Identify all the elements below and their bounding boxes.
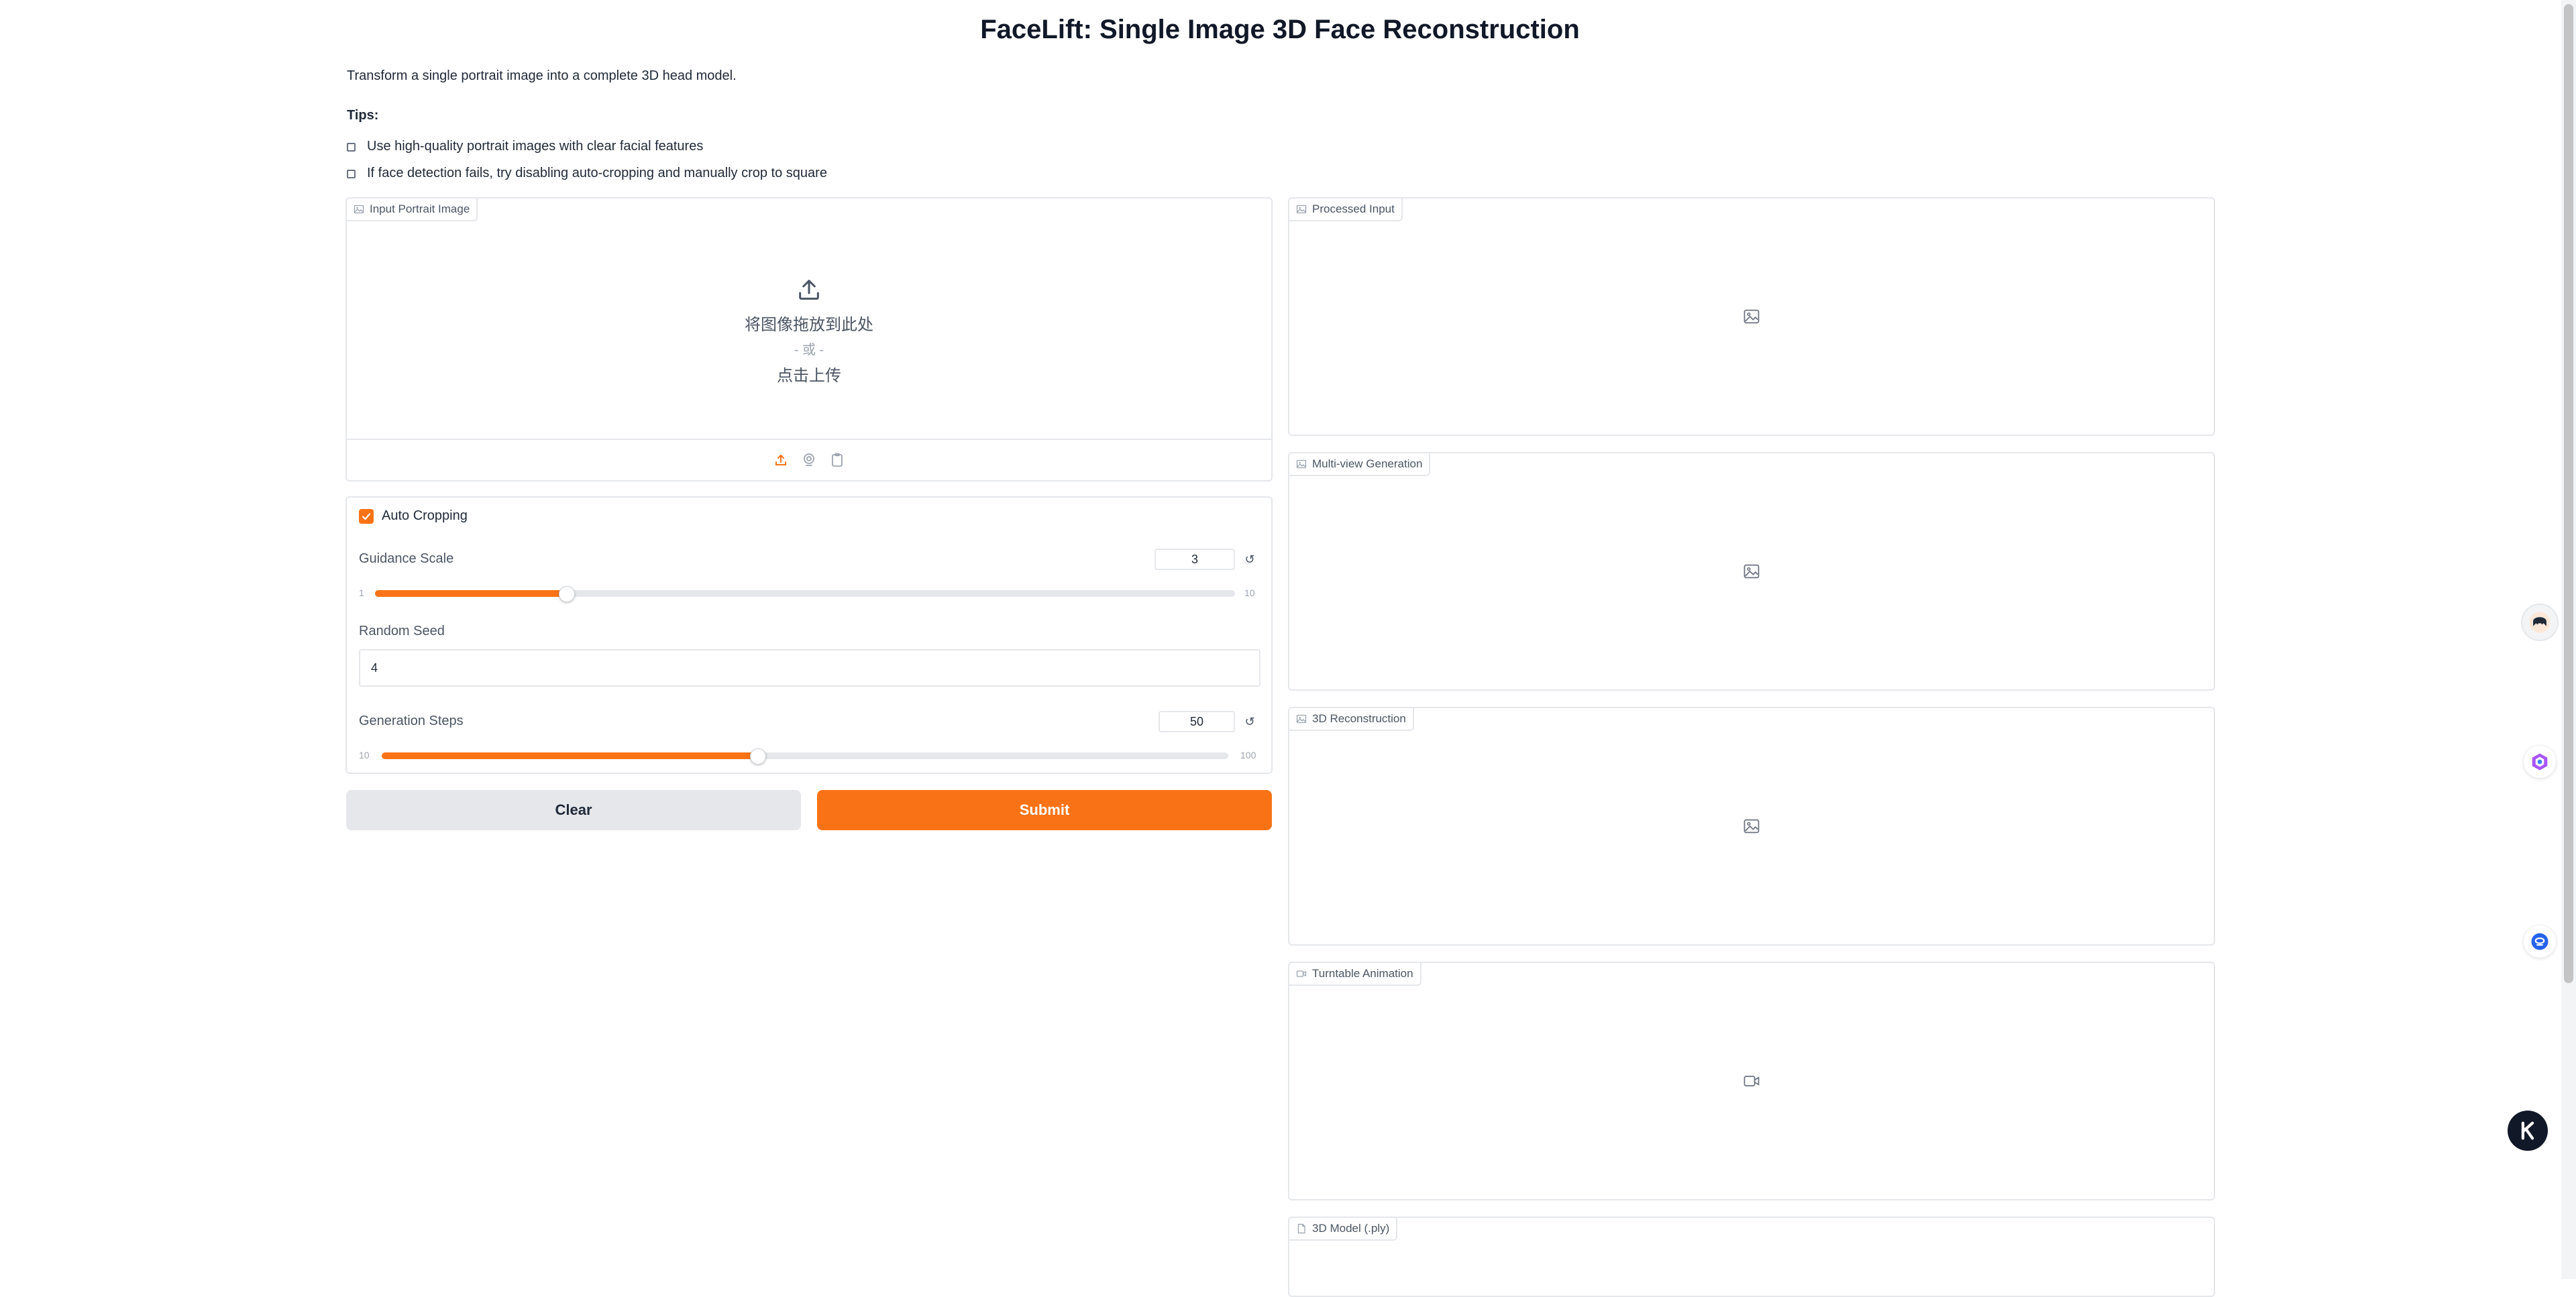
submit-button[interactable]: Submit <box>817 790 1272 830</box>
checkbox-checked[interactable] <box>359 508 374 524</box>
drop-text: 将图像拖放到此处 <box>745 315 873 334</box>
generation-steps-label: Generation Steps <box>359 714 464 728</box>
reset-icon[interactable]: ↺ <box>1242 551 1258 567</box>
slider-min: 1 <box>359 587 364 598</box>
extension-button[interactable] <box>2524 746 2556 778</box>
output-label: Turntable Animation <box>1289 963 1421 986</box>
page-title: FaceLift: Single Image 3D Face Reconstru… <box>980 15 1580 44</box>
output-label: Multi-view Generation <box>1289 453 1431 476</box>
translate-button[interactable] <box>2524 925 2556 958</box>
guidance-scale-input[interactable]: 3 <box>1155 549 1235 570</box>
output-panel-turntable: Turntable Animation <box>1288 962 2215 1200</box>
assistant-avatar-button[interactable] <box>2521 604 2559 641</box>
clear-button[interactable]: Clear <box>346 790 801 830</box>
guidance-scale-slider[interactable] <box>375 586 1235 602</box>
random-seed-input[interactable]: 4 <box>359 649 1260 687</box>
auto-cropping-checkbox[interactable]: Auto Cropping <box>359 508 468 524</box>
reset-icon[interactable]: ↺ <box>1242 714 1258 730</box>
output-label-text: Multi-view Generation <box>1312 457 1423 470</box>
page-description: Transform a single portrait image into a… <box>347 68 737 83</box>
output-label-text: Turntable Animation <box>1312 967 1413 980</box>
output-panel-3d-model: 3D Model (.ply) <box>1288 1217 2215 1297</box>
upload-dropzone[interactable]: 将图像拖放到此处 - 或 - 点击上传 <box>347 199 1271 440</box>
output-label: 3D Reconstruction <box>1289 708 1414 731</box>
image-icon <box>1296 714 1307 724</box>
generation-steps-slider[interactable] <box>382 748 1228 765</box>
k-widget-button[interactable] <box>2508 1111 2548 1151</box>
image-icon <box>1296 205 1307 214</box>
scrollbar-thumb[interactable] <box>2564 4 2573 983</box>
source-selector <box>347 439 1271 480</box>
output-label-text: Processed Input <box>1312 203 1395 215</box>
generation-steps-input[interactable]: 50 <box>1159 711 1235 732</box>
file-icon <box>1297 1223 1305 1234</box>
upload-icon <box>799 279 819 300</box>
tips-list: Use high-quality portrait images with cl… <box>347 133 827 186</box>
slider-thumb[interactable] <box>750 748 767 765</box>
tips-heading: Tips: <box>347 108 379 123</box>
k-logo-icon <box>2521 1121 2534 1140</box>
tip-item: Use high-quality portrait images with cl… <box>347 133 827 160</box>
slider-fill <box>375 590 566 597</box>
webcam-icon[interactable] <box>801 452 817 468</box>
slider-thumb[interactable] <box>558 586 575 602</box>
slider-max: 100 <box>1240 750 1256 760</box>
image-icon <box>1743 564 1760 579</box>
video-icon <box>1743 1076 1760 1086</box>
output-label: Processed Input <box>1289 199 1403 221</box>
hexagon-icon <box>2532 753 2548 771</box>
image-icon <box>1743 819 1760 834</box>
clipboard-icon[interactable] <box>829 452 845 468</box>
slider-min: 10 <box>359 750 370 760</box>
output-label-text: 3D Model (.ply) <box>1312 1222 1390 1235</box>
random-seed-label: Random Seed <box>359 624 445 638</box>
tip-item: If face detection fails, try disabling a… <box>347 160 827 186</box>
scrollbar-track[interactable] <box>2561 0 2576 1279</box>
upload-icon[interactable] <box>773 452 789 468</box>
or-text: - 或 - <box>794 342 824 357</box>
slider-fill <box>382 752 758 759</box>
output-panel-processed: Processed Input <box>1288 197 2215 436</box>
video-icon <box>1296 970 1307 977</box>
avatar-icon <box>2529 612 2551 633</box>
image-icon <box>1296 459 1307 469</box>
input-image-panel: Input Portrait Image 将图像拖放到此处 - 或 - 点击上传 <box>345 197 1273 482</box>
output-label: 3D Model (.ply) <box>1289 1218 1398 1241</box>
output-panel-multiview: Multi-view Generation <box>1288 452 2215 691</box>
click-upload-text: 点击上传 <box>777 366 841 385</box>
image-icon <box>1743 309 1760 324</box>
slider-max: 10 <box>1244 587 1255 598</box>
auto-cropping-label: Auto Cropping <box>382 508 468 523</box>
guidance-scale-label: Guidance Scale <box>359 551 454 566</box>
chat-icon <box>2531 933 2548 950</box>
check-icon <box>362 512 371 520</box>
output-label-text: 3D Reconstruction <box>1312 712 1406 725</box>
controls-panel: Auto Cropping Guidance Scale 3 ↺ 1 10 Ra… <box>345 496 1273 774</box>
output-panel-3d-reconstruction: 3D Reconstruction <box>1288 707 2215 946</box>
